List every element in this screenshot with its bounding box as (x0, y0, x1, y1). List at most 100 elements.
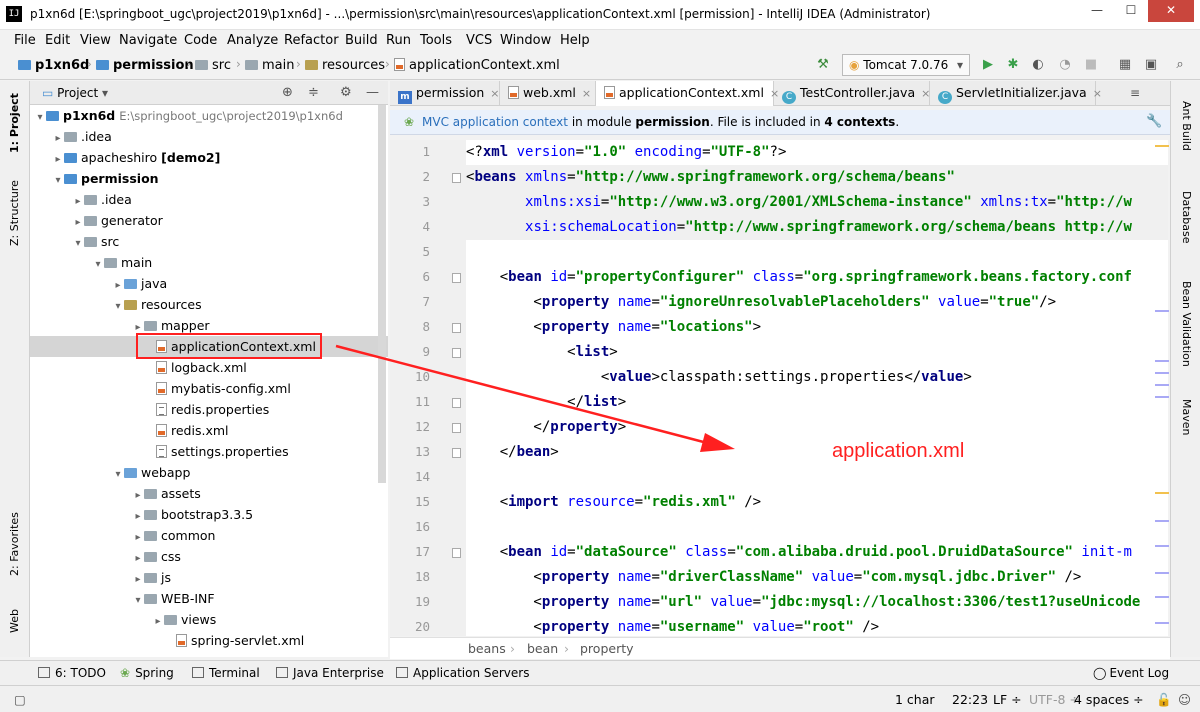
tab-application-context[interactable]: applicationContext.xml × (596, 81, 779, 106)
tree-item[interactable]: ▸ css (30, 546, 388, 567)
tree-item[interactable]: ▾ resources (30, 294, 388, 315)
tool-tab-structure[interactable]: Z: Structure (8, 180, 21, 246)
nav-crumb-file[interactable]: applicationContext.xml (394, 58, 560, 73)
tree-item[interactable]: logback.xml (30, 357, 388, 378)
error-stripe-mark[interactable] (1155, 384, 1169, 386)
tree-item[interactable]: ▸ generator (30, 210, 388, 231)
close-icon[interactable]: × (921, 87, 930, 100)
code-line[interactable]: <property name="driverClassName" value="… (466, 565, 1168, 590)
error-stripe-mark[interactable] (1155, 396, 1169, 398)
tree-item[interactable]: ▸ common (30, 525, 388, 546)
debug-icon[interactable]: ✱ (1005, 57, 1021, 73)
tree-item[interactable]: ▸ js (30, 567, 388, 588)
code-editor[interactable]: <?xml version="1.0" encoding="UTF-8"?> <b… (466, 140, 1168, 636)
menu-refactor[interactable]: Refactor (284, 33, 339, 48)
menu-help[interactable]: Help (560, 33, 590, 48)
tree-item[interactable]: ▸ .idea (30, 189, 388, 210)
event-indicator-icon[interactable]: ☺ (1178, 692, 1191, 707)
tool-tab-web[interactable]: Web (8, 609, 21, 633)
code-line[interactable] (466, 515, 1168, 540)
tool-tab-project[interactable]: 1: Project (8, 93, 21, 153)
close-button[interactable]: ✕ (1148, 0, 1194, 22)
line-separator[interactable]: LF ÷ (993, 692, 1022, 707)
code-line[interactable] (466, 465, 1168, 490)
menu-code[interactable]: Code (184, 33, 217, 48)
code-line[interactable]: </bean> (466, 440, 1168, 465)
fold-marker-icon[interactable] (452, 323, 461, 333)
fold-marker-icon[interactable] (452, 173, 461, 183)
mvc-context-link[interactable]: MVC application context (422, 115, 568, 129)
error-stripe-mark[interactable] (1155, 372, 1169, 374)
nav-crumb-resources[interactable]: resources (305, 58, 385, 73)
indent-setting[interactable]: 4 spaces ÷ (1074, 692, 1144, 707)
tree-item[interactable]: mybatis-config.xml (30, 378, 388, 399)
tree-item[interactable]: ▸ views (30, 609, 388, 630)
fold-marker-icon[interactable] (452, 348, 461, 358)
fold-marker-icon[interactable] (452, 548, 461, 558)
code-line[interactable]: xmlns:xsi = "http://www.w3.org/2001/XMLSch… (466, 190, 1168, 215)
coverage-icon[interactable]: ◐ (1030, 57, 1046, 73)
fold-marker-icon[interactable] (452, 273, 461, 283)
code-line[interactable]: <bean id="propertyConfigurer" class="org… (466, 265, 1168, 290)
tool-tab-bean-validation[interactable]: Bean Validation (1180, 281, 1193, 367)
code-line[interactable]: <import resource="redis.xml" /> (466, 490, 1168, 515)
nav-crumb-project[interactable]: p1xn6d (18, 58, 89, 73)
tab-permission[interactable]: m permission × (390, 81, 500, 106)
close-icon[interactable]: × (490, 87, 499, 100)
code-line[interactable]: <beans xmlns="http://www.springframework… (466, 165, 1168, 190)
error-stripe-mark[interactable] (1155, 572, 1169, 574)
error-stripe-mark[interactable] (1155, 492, 1169, 494)
menu-vcs[interactable]: VCS (466, 33, 492, 48)
menu-window[interactable]: Window (500, 33, 551, 48)
tab-test-controller[interactable]: C TestController.java × (774, 81, 930, 106)
menu-file[interactable]: File (14, 33, 36, 48)
tool-spring[interactable]: ❀ Spring (120, 666, 174, 680)
menu-tools[interactable]: Tools (420, 33, 452, 48)
close-icon[interactable]: × (582, 87, 591, 100)
error-stripe-mark[interactable] (1155, 145, 1169, 147)
search-everywhere-icon[interactable]: ⌕ (1172, 57, 1188, 73)
tree-item[interactable]: ▸ .idea (30, 126, 388, 147)
code-line[interactable]: <property name="ignoreUnresolvablePlaceh… (466, 290, 1168, 315)
close-icon[interactable]: × (1093, 87, 1102, 100)
error-stripe-mark[interactable] (1155, 360, 1169, 362)
tool-java-enterprise[interactable]: Java Enterprise (276, 666, 384, 680)
project-view-select[interactable]: ▭ Project ▾ (42, 86, 108, 100)
xml-crumb-beans[interactable]: beans (468, 641, 506, 656)
minimize-button[interactable]: — (1083, 0, 1111, 22)
terminal-icon[interactable]: ▣ (1143, 57, 1159, 73)
nav-crumb-main[interactable]: main (245, 58, 294, 73)
menu-analyze[interactable]: Analyze (227, 33, 278, 48)
tab-servlet-initializer[interactable]: C ServletInitializer.java × (930, 81, 1102, 106)
tree-scrollbar[interactable] (378, 105, 386, 483)
fold-marker-icon[interactable] (452, 423, 461, 433)
tree-item[interactable]: ▾ src (30, 231, 388, 252)
fold-marker-icon[interactable] (452, 448, 461, 458)
locate-icon[interactable]: ⊕ (282, 85, 293, 100)
toggle-tool-windows-icon[interactable]: ▢ (14, 692, 26, 707)
code-line[interactable]: </list> (466, 390, 1168, 415)
code-line[interactable]: <bean id="dataSource" class="com.alibaba… (466, 540, 1168, 565)
tree-item[interactable]: ▾ permission (30, 168, 388, 189)
file-encoding[interactable]: UTF-8 ÷ (1029, 692, 1080, 707)
gear-icon[interactable]: ⚙ (340, 85, 352, 100)
lock-icon[interactable]: 🔓 (1156, 692, 1172, 708)
menu-run[interactable]: Run (386, 33, 411, 48)
code-line[interactable]: <list> (466, 340, 1168, 365)
tree-item[interactable]: ▾ webapp (30, 462, 388, 483)
tool-tab-database[interactable]: Database (1180, 191, 1193, 244)
tool-tab-ant-build[interactable]: Ant Build (1180, 101, 1193, 151)
caret-position[interactable]: 22:23 (952, 692, 988, 707)
tool-event-log[interactable]: ◯ Event Log (1093, 666, 1169, 680)
menu-navigate[interactable]: Navigate (119, 33, 177, 48)
nav-crumb-permission[interactable]: permission (96, 58, 194, 73)
tree-item[interactable]: ▸ assets (30, 483, 388, 504)
code-line[interactable] (466, 240, 1168, 265)
code-line[interactable]: </property> (466, 415, 1168, 440)
tree-item[interactable]: spring-servlet.xml (30, 630, 388, 651)
tree-item[interactable]: settings.properties (30, 441, 388, 462)
error-stripe-mark[interactable] (1155, 545, 1169, 547)
tool-application-servers[interactable]: Application Servers (396, 666, 529, 680)
error-stripe-mark[interactable] (1155, 520, 1169, 522)
menu-edit[interactable]: Edit (45, 33, 70, 48)
